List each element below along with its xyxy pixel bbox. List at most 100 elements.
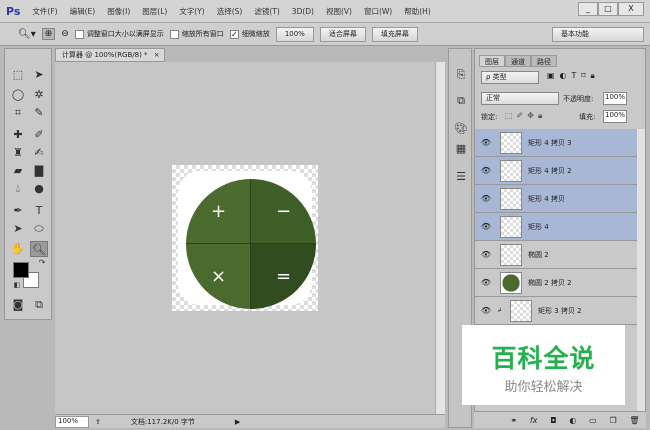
crop-tool-icon[interactable]: ⌗ (9, 105, 27, 121)
menu-help[interactable]: 帮助(H) (404, 6, 431, 17)
zoom-level-field[interactable]: 100% (55, 415, 89, 428)
watermark-subtitle: 助你轻松解决 (504, 380, 583, 395)
eye-icon[interactable]: 👁︎ (475, 194, 497, 203)
tab-channels[interactable]: 通道 (505, 55, 531, 67)
toolbox: ⬚ ➤ ◯ ✲ ⌗ ✎ ✚ ✐ ♜ ✍ ▰ ▇ 💧︎ ● ✒ T ➤ ⬭ ✋ 🔍… (4, 48, 52, 320)
checkbox[interactable] (169, 29, 179, 39)
eye-icon[interactable]: 👁︎ (475, 250, 497, 259)
fx-icon[interactable]: fx (530, 416, 538, 425)
brush-tool-icon[interactable]: ✐ (30, 127, 48, 143)
layer-thumbnail (500, 215, 522, 238)
layer-row[interactable]: 👁︎ 矩形 4 拷贝 (475, 185, 637, 213)
trash-icon[interactable]: 🗑︎ (629, 416, 639, 425)
move-tool-icon[interactable]: ➤ (30, 67, 48, 83)
menu-layer[interactable]: 图层(L) (142, 6, 167, 17)
menu-edit[interactable]: 编辑(E) (70, 6, 96, 17)
eye-icon[interactable]: 👁︎ (475, 166, 497, 175)
marquee-tool-icon[interactable]: ⬚ (9, 67, 27, 83)
checkbox-checked[interactable]: ✓ (229, 29, 239, 39)
new-layer-icon[interactable]: ❐ (609, 416, 616, 425)
menu-type[interactable]: 文字(Y) (179, 6, 204, 17)
menu-view[interactable]: 视图(V) (326, 6, 352, 17)
eye-icon[interactable]: 👁︎ (475, 222, 497, 231)
zoom-all-checkbox[interactable]: 缩放所有窗口 (169, 29, 224, 39)
stamp-tool-icon[interactable]: ♜ (9, 145, 27, 161)
swatches-panel-icon[interactable]: 🎨︎ (452, 121, 470, 137)
fill-field[interactable]: 100% (603, 110, 627, 123)
history-brush-icon[interactable]: ✍ (30, 145, 48, 161)
close-tab-icon[interactable]: × (154, 51, 160, 59)
eraser-tool-icon[interactable]: ▰ (9, 163, 27, 179)
eyedropper-icon[interactable]: ✎ (30, 105, 48, 121)
layer-row[interactable]: 👁︎ 矩形 4 拷贝 3 (475, 129, 637, 157)
layer-row[interactable]: 👁︎ 椭圆 2 (475, 241, 637, 269)
divider (186, 243, 316, 244)
history-panel-icon[interactable]: ⎘ (452, 67, 470, 83)
fit-screen-button[interactable]: 适合屏幕 (319, 26, 366, 42)
screen-mode-icon[interactable]: ⧉ (30, 297, 48, 313)
checkbox[interactable] (74, 29, 84, 39)
layer-name: 椭圆 2 拷贝 2 (528, 278, 572, 287)
menu-filter[interactable]: 滤镜(T) (254, 6, 279, 17)
pen-tool-icon[interactable]: ✒ (9, 203, 27, 219)
share-icon[interactable]: ⇪ (95, 418, 101, 426)
magic-wand-icon[interactable]: ✲ (30, 87, 48, 103)
tab-layers[interactable]: 图层 (479, 55, 505, 67)
maximize-button[interactable]: □ (598, 2, 618, 16)
folder-icon[interactable]: ▭ (589, 416, 597, 425)
filter-icons[interactable]: ▣◐T⌑🔒︎ (547, 71, 600, 81)
eye-icon[interactable]: 👁︎ (475, 138, 497, 147)
actual-pixels-button[interactable]: 100% (275, 26, 314, 42)
hand-tool-icon[interactable]: ✋ (9, 241, 27, 257)
eye-icon[interactable]: 👁︎ (475, 306, 497, 315)
link-icon[interactable]: ⚭ (510, 416, 517, 425)
layer-row[interactable]: 👁︎ ↲ 矩形 3 拷贝 2 (475, 297, 637, 325)
watermark: 百科全说 助你轻松解决 (462, 325, 625, 405)
menu-3d[interactable]: 3D(D) (292, 7, 314, 16)
zoom-out-icon[interactable]: ⊖ (61, 29, 69, 39)
gradient-tool-icon[interactable]: ▇ (30, 163, 48, 179)
adjustment-icon[interactable]: ◐ (569, 416, 576, 425)
blend-mode-select[interactable]: 正常 (481, 92, 559, 105)
layers-scrollbar[interactable] (637, 129, 645, 411)
document-canvas[interactable]: + − × = (172, 165, 318, 311)
default-colors-icon[interactable]: ◧ (8, 277, 26, 293)
menu-image[interactable]: 图像(I) (107, 6, 130, 17)
path-selection-icon[interactable]: ➤ (9, 221, 27, 237)
layer-row[interactable]: 👁︎ 椭圆 2 拷贝 2 (475, 269, 637, 297)
fill-screen-button[interactable]: 填充屏幕 (371, 26, 418, 42)
tab-paths[interactable]: 路径 (531, 55, 557, 67)
resize-windows-checkbox[interactable]: 调整窗口大小以满屏显示 (74, 29, 164, 39)
vertical-scrollbar[interactable] (435, 62, 445, 414)
opacity-field[interactable]: 100% (603, 92, 627, 105)
layer-row[interactable]: 👁︎ 矩形 4 (475, 213, 637, 241)
grid-panel-icon[interactable]: ▦ (452, 141, 470, 157)
workspace-select[interactable]: 基本功能 (552, 26, 644, 42)
mask-icon[interactable]: ◘ (550, 416, 556, 425)
zoom-in-icon[interactable]: ⊕ (41, 28, 56, 40)
eye-icon[interactable]: 👁︎ (475, 278, 497, 287)
lock-icons[interactable]: ⬚✐✥🔒︎ (505, 111, 546, 121)
properties-panel-icon[interactable]: ⧉ (452, 93, 470, 109)
scrubby-zoom-checkbox[interactable]: ✓ 细微缩放 (229, 29, 270, 39)
close-button[interactable]: X (618, 2, 644, 16)
lasso-tool-icon[interactable]: ◯ (9, 87, 27, 103)
quick-mask-icon[interactable]: ◙ (9, 297, 27, 313)
status-menu-arrow-icon[interactable]: ▶ (235, 418, 240, 426)
type-tool-icon[interactable]: T (30, 203, 48, 219)
foreground-color-swatch[interactable] (13, 262, 29, 278)
ellipse-tool-icon[interactable]: ⬭ (30, 221, 48, 237)
menu-select[interactable]: 选择(S) (217, 6, 243, 17)
menu-window[interactable]: 窗口(W) (364, 6, 392, 17)
layer-filter-select[interactable]: ρ 类型 (481, 71, 539, 84)
menu-file[interactable]: 文件(F) (32, 6, 57, 17)
dodge-tool-icon[interactable]: ● (30, 181, 48, 197)
adjustments-panel-icon[interactable]: ☰ (452, 169, 470, 185)
swap-colors-icon[interactable]: ↷ (33, 255, 51, 271)
healing-brush-icon[interactable]: ✚ (9, 127, 27, 143)
minimize-button[interactable]: _ (578, 2, 598, 16)
layer-row[interactable]: 👁︎ 矩形 4 拷贝 2 (475, 157, 637, 185)
blur-tool-icon[interactable]: 💧︎ (9, 181, 27, 197)
zoom-tool-icon[interactable]: 🔍︎▾ (18, 29, 36, 40)
document-tab[interactable]: 计算器 @ 100%(RGB/8) * × (55, 48, 165, 62)
